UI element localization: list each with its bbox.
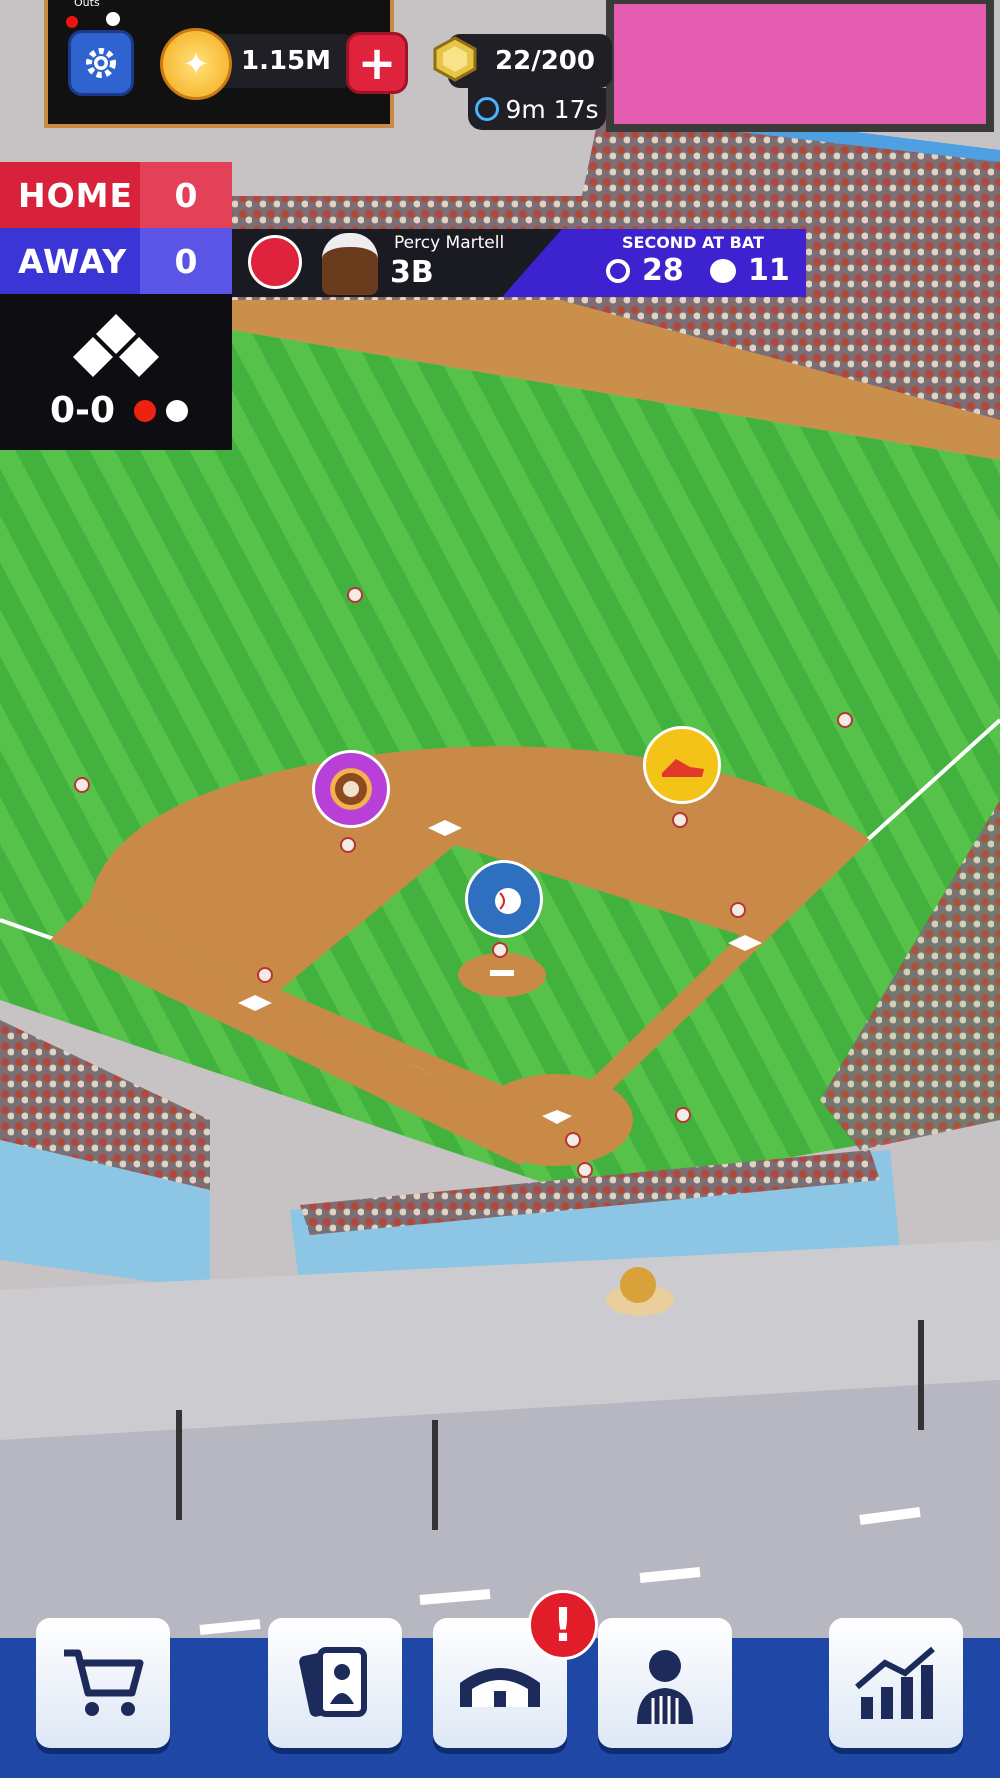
team-logo-icon: [248, 235, 302, 289]
home-row: HOME 0: [0, 162, 232, 228]
player-position: 3B: [390, 255, 434, 290]
alert-icon: !: [552, 1598, 574, 1652]
target-icon: [606, 259, 630, 283]
shop-button[interactable]: [36, 1618, 170, 1748]
fielding-skill-bubble[interactable]: [312, 750, 390, 828]
coin-icon: ✦: [160, 28, 232, 100]
timer-value: 9m 17s: [505, 94, 599, 124]
away-row: AWAY 0: [0, 228, 232, 294]
power-stat: 11: [748, 253, 790, 288]
at-bat-status: SECOND AT BAT: [622, 233, 764, 252]
plus-icon: +: [357, 36, 397, 90]
umpire-icon: [637, 1650, 693, 1724]
gem-amount: 22/200: [495, 46, 595, 76]
out-dot-2: [106, 12, 120, 26]
bases-diamond-icon: [73, 314, 159, 377]
home-score: 0: [140, 162, 232, 228]
add-coins-button[interactable]: +: [346, 32, 408, 94]
staff-button[interactable]: [598, 1618, 732, 1748]
scoreboard: HOME 0 AWAY 0 0-0: [0, 162, 232, 450]
gear-icon: [86, 48, 116, 78]
at-bat-banner: Percy Martell 3B SECOND AT BAT 28 11: [232, 229, 806, 297]
player-name: Percy Martell: [394, 233, 505, 253]
stadium-alert-badge: !: [528, 1590, 598, 1660]
power-icon: [710, 259, 736, 283]
pitching-skill-bubble[interactable]: [465, 860, 543, 938]
speed-skill-bubble[interactable]: [643, 726, 721, 804]
stats-button[interactable]: [829, 1618, 963, 1748]
player-avatar: [322, 233, 378, 295]
timer-pill: 9m 17s: [468, 88, 606, 130]
stopwatch-icon: [475, 97, 500, 121]
bases-panel: 0-0: [0, 294, 232, 450]
away-score: 0: [140, 228, 232, 294]
player-cards-icon: [299, 1647, 367, 1717]
count-dot-white: [166, 400, 188, 422]
gem-icon: [430, 34, 480, 84]
outs-label: Outs: [74, 0, 100, 9]
cards-button[interactable]: [268, 1618, 402, 1748]
ball-strike-count: 0-0: [50, 390, 116, 431]
stadium-icon: [460, 1668, 540, 1707]
glove-icon: [335, 773, 367, 805]
settings-button[interactable]: [68, 30, 134, 96]
count-dot-red: [134, 400, 156, 422]
home-label: HOME: [0, 162, 140, 228]
out-dot-1: [66, 16, 78, 28]
accuracy-stat: 28: [642, 253, 684, 288]
chart-icon: [855, 1646, 935, 1719]
away-label: AWAY: [0, 228, 140, 294]
baseball-icon: [495, 888, 521, 914]
coin-amount: 1.15M: [240, 46, 332, 76]
shoe-icon: [662, 759, 704, 777]
cart-icon: [64, 1649, 144, 1716]
